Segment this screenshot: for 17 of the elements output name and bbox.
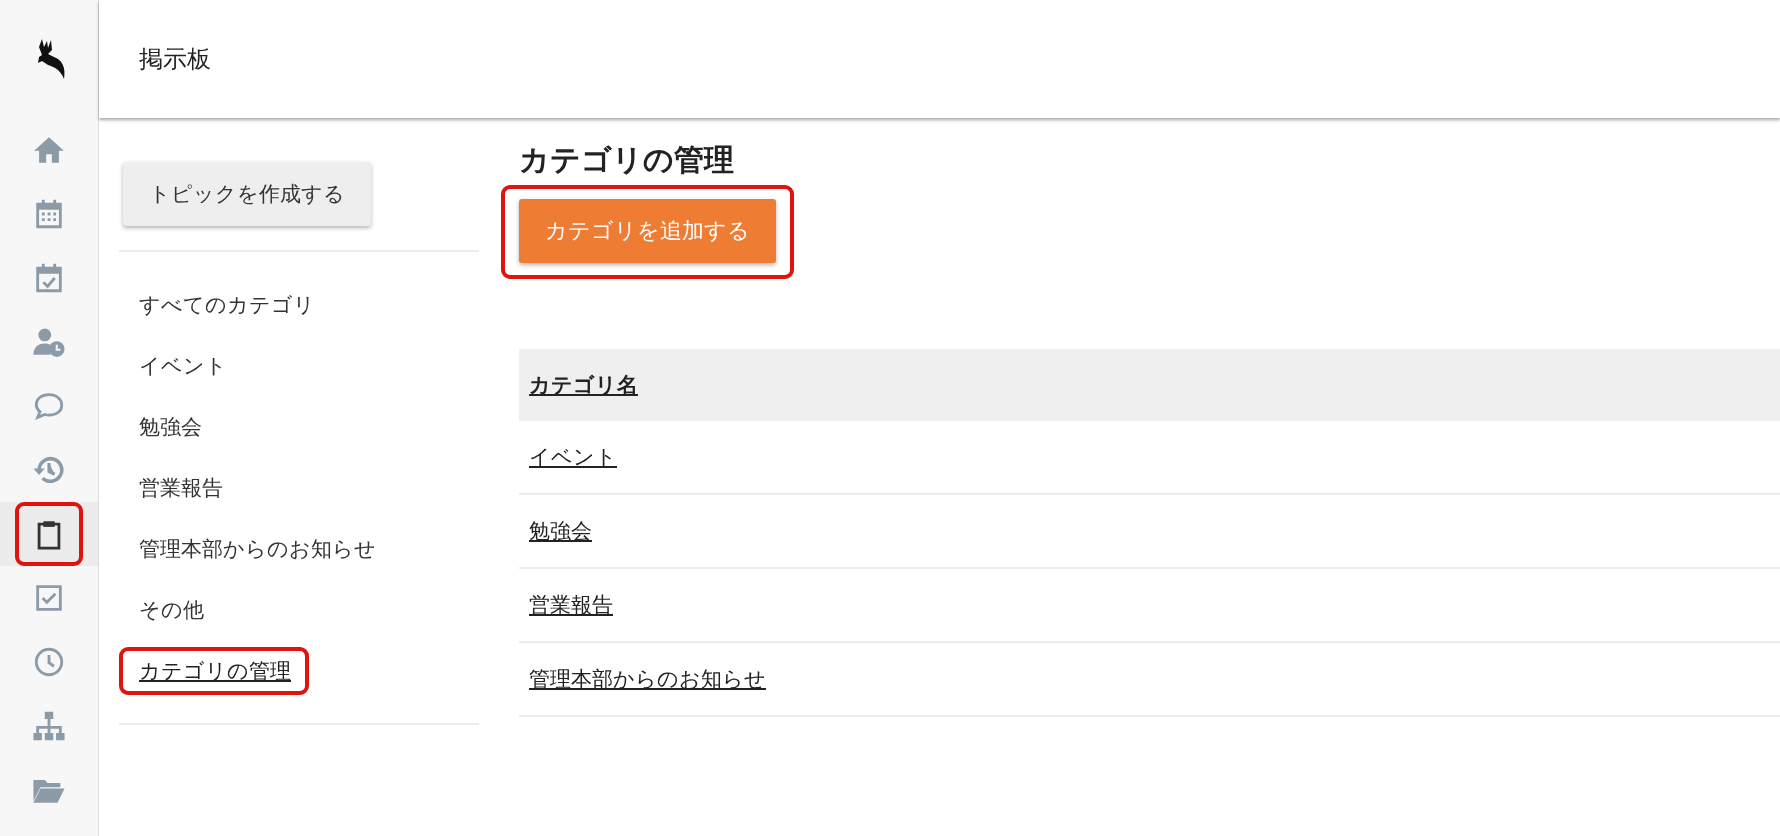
clock-icon[interactable] bbox=[32, 645, 66, 679]
create-topic-button[interactable]: トピックを作成する bbox=[123, 162, 371, 226]
column-header[interactable]: カテゴリ名 bbox=[529, 373, 638, 397]
category-link[interactable]: すべてのカテゴリ bbox=[139, 290, 315, 319]
category-link[interactable]: 営業報告 bbox=[529, 593, 613, 617]
category-link[interactable]: その他 bbox=[139, 595, 204, 624]
page-title: 掲示板 bbox=[139, 44, 211, 75]
category-link[interactable]: 管理本部からのお知らせ bbox=[529, 667, 766, 691]
category-link[interactable]: カテゴリの管理 bbox=[139, 656, 291, 685]
category-link[interactable]: 勉強会 bbox=[139, 412, 202, 441]
category-link[interactable]: イベント bbox=[529, 445, 617, 469]
category-link[interactable]: 勉強会 bbox=[529, 519, 592, 543]
category-link[interactable]: 営業報告 bbox=[139, 473, 223, 502]
category-link[interactable]: 管理本部からのお知らせ bbox=[139, 534, 376, 563]
sitemap-icon[interactable] bbox=[32, 709, 66, 743]
section-title: カテゴリの管理 bbox=[519, 141, 735, 179]
category-link[interactable]: イベント bbox=[139, 351, 227, 380]
